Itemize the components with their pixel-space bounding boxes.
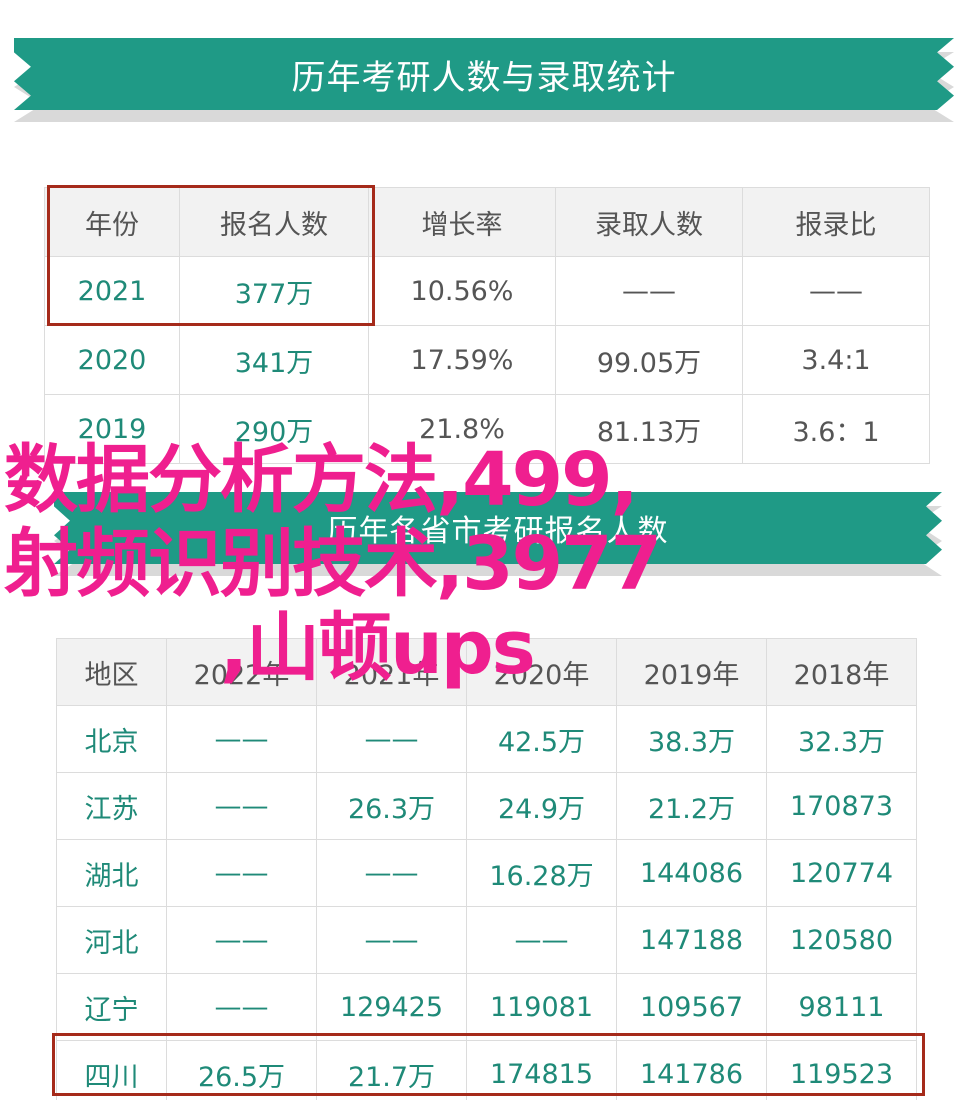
highlight-box-2021 xyxy=(47,185,375,326)
cell-value: —— xyxy=(316,705,467,773)
cell-ratio: 3.4:1 xyxy=(742,325,930,395)
header-banner-1: 历年考研人数与录取统计 xyxy=(14,38,954,122)
cell-value: —— xyxy=(466,906,617,974)
cell-value: —— xyxy=(166,705,317,773)
cell-value: 147188 xyxy=(616,906,767,974)
cell-region: 江苏 xyxy=(56,772,167,840)
cell-growth: 17.59% xyxy=(368,325,556,395)
table-row: 江苏 —— 26.3万 24.9万 21.2万 170873 xyxy=(56,772,917,840)
cell-applicants: 341万 xyxy=(179,325,369,395)
table-row: 2020 341万 17.59% 99.05万 3.4:1 xyxy=(44,325,930,395)
table-row: 辽宁 —— 129425 119081 109567 98111 xyxy=(56,973,917,1041)
overlay-watermark-text: 数据分析方法,499, 射频识别技术,3977 ,山顿ups xyxy=(0,438,967,690)
cell-value: 38.3万 xyxy=(616,705,767,773)
cell-value: 129425 xyxy=(316,973,467,1041)
highlight-box-sichuan xyxy=(52,1033,925,1096)
cell-value: —— xyxy=(316,839,467,907)
cell-value: 16.28万 xyxy=(466,839,617,907)
overlay-line-3: ,山顿ups xyxy=(220,605,536,691)
cell-year: 2020 xyxy=(44,325,180,395)
overlay-line-1: 数据分析方法,499, xyxy=(4,437,639,523)
cell-ratio: —— xyxy=(742,256,930,326)
header-growth: 增长率 xyxy=(368,187,556,257)
cell-value: 144086 xyxy=(616,839,767,907)
header-ratio: 报录比 xyxy=(742,187,930,257)
cell-value: 24.9万 xyxy=(466,772,617,840)
cell-value: —— xyxy=(166,772,317,840)
cell-value: 120580 xyxy=(766,906,917,974)
cell-value: 109567 xyxy=(616,973,767,1041)
table-row: 河北 —— —— —— 147188 120580 xyxy=(56,906,917,974)
header-admitted: 录取人数 xyxy=(555,187,743,257)
cell-region: 湖北 xyxy=(56,839,167,907)
cell-growth: 10.56% xyxy=(368,256,556,326)
cell-admitted: —— xyxy=(555,256,743,326)
cell-value: —— xyxy=(166,839,317,907)
cell-value: 98111 xyxy=(766,973,917,1041)
cell-value: 120774 xyxy=(766,839,917,907)
cell-region: 辽宁 xyxy=(56,973,167,1041)
cell-value: 21.2万 xyxy=(616,772,767,840)
cell-value: —— xyxy=(166,906,317,974)
overlay-line-2: 射频识别技术,3977 xyxy=(4,521,662,607)
cell-admitted: 99.05万 xyxy=(555,325,743,395)
cell-value: 42.5万 xyxy=(466,705,617,773)
cell-value: —— xyxy=(166,973,317,1041)
cell-value: 26.3万 xyxy=(316,772,467,840)
cell-value: —— xyxy=(316,906,467,974)
banner-title: 历年考研人数与录取统计 xyxy=(14,38,954,110)
cell-value: 170873 xyxy=(766,772,917,840)
table-row: 北京 —— —— 42.5万 38.3万 32.3万 xyxy=(56,705,917,773)
cell-value: 119081 xyxy=(466,973,617,1041)
cell-region: 北京 xyxy=(56,705,167,773)
table-row: 湖北 —— —— 16.28万 144086 120774 xyxy=(56,839,917,907)
cell-region: 河北 xyxy=(56,906,167,974)
cell-value: 32.3万 xyxy=(766,705,917,773)
page-bottom-edge xyxy=(0,1100,967,1115)
